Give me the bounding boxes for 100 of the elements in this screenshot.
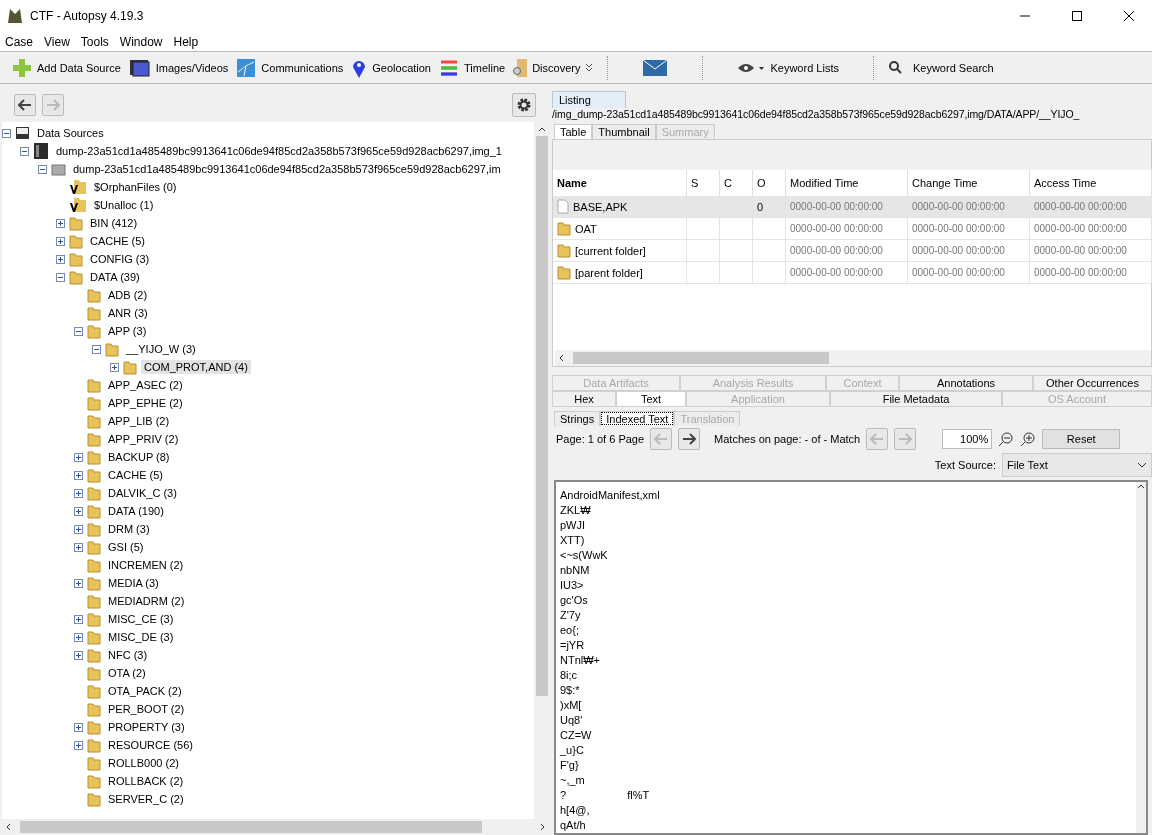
table-cell[interactable]: OAT <box>553 218 687 240</box>
tree-item[interactable]: dump-23a51cd1a485489bc9913641c06de94f85cd2a358b573f965ce59d928acb6297,im <box>70 162 504 176</box>
viewer-tab[interactable]: Text <box>616 391 686 407</box>
tree-item[interactable]: DATA (190) <box>105 504 167 518</box>
collapse-icon[interactable] <box>74 326 83 336</box>
menu-item[interactable]: Tools <box>75 34 115 49</box>
viewer-tab[interactable]: File Metadata <box>830 391 1002 407</box>
virtual-folder-icon <box>69 179 87 195</box>
toolbar-button[interactable]: Discovery <box>509 53 598 82</box>
tree-item[interactable]: NFC (3) <box>105 648 151 662</box>
toolbar-button[interactable]: Keyword Search <box>883 53 998 82</box>
table-cell[interactable]: [current folder] <box>553 240 687 262</box>
tree-item[interactable]: ADB (2) <box>105 288 151 302</box>
table-cell <box>753 218 786 240</box>
viewer-tab[interactable]: Annotations <box>899 375 1033 391</box>
expand-icon[interactable] <box>56 218 65 228</box>
tree-item[interactable]: $OrphanFiles (0) <box>91 180 180 194</box>
menu-item[interactable]: Help <box>168 34 205 49</box>
expand-icon[interactable] <box>56 254 65 264</box>
collapse-icon[interactable] <box>56 272 65 282</box>
tree-item[interactable]: BIN (412) <box>87 216 141 230</box>
collapse-icon[interactable] <box>20 146 29 156</box>
toolbar-button[interactable]: Keyword Lists <box>733 53 843 82</box>
tree-item[interactable]: dump-23a51cd1a485489bc9913641c06de94f85cd2a358b573f965ce59d928acb6297,img_1 <box>53 144 505 158</box>
expand-icon[interactable] <box>74 578 83 588</box>
horizontal-scrollbar[interactable] <box>555 350 1151 366</box>
sub-tab[interactable]: Strings <box>554 411 601 426</box>
tree-item[interactable]: $Unalloc (1) <box>91 198 157 212</box>
expand-icon[interactable] <box>74 632 83 642</box>
expand-icon[interactable] <box>56 236 65 246</box>
menu-item[interactable]: View <box>39 34 76 49</box>
tree-item[interactable]: COM_PROT,AND (4) <box>141 360 251 374</box>
listing-tab[interactable]: Listing <box>552 91 626 108</box>
toolbar-button[interactable]: Add Data Source <box>8 53 125 82</box>
tree-item[interactable]: APP_LIB (2) <box>105 414 173 428</box>
table-cell: 0000-00-00 00:00:00 <box>908 240 1030 262</box>
settings-button[interactable] <box>512 93 536 117</box>
toolbar-button[interactable]: Timeline <box>435 53 510 82</box>
tree-item[interactable]: SERVER_C (2) <box>105 792 187 806</box>
tree-item[interactable]: OTA (2) <box>105 666 149 680</box>
tree-item[interactable]: MISC_CE (3) <box>105 612 177 626</box>
sub-tab[interactable]: Indexed Text <box>600 411 675 426</box>
tree-item[interactable]: OTA_PACK (2) <box>105 684 185 698</box>
expand-icon[interactable] <box>74 524 83 534</box>
tree-item[interactable]: __YIJO_W (3) <box>123 342 199 356</box>
tree-item[interactable]: CONFIG (3) <box>87 252 153 266</box>
tree-item[interactable]: PER_BOOT (2) <box>105 702 188 716</box>
tree-item[interactable]: CACHE (5) <box>105 468 166 482</box>
viewer-tab[interactable]: Other Occurrences <box>1033 375 1152 391</box>
text-source-dropdown[interactable]: File Text <box>1002 453 1152 477</box>
collapse-icon[interactable] <box>38 164 47 174</box>
next-page-button[interactable] <box>678 428 701 450</box>
expand-icon[interactable] <box>110 362 119 372</box>
vertical-scrollbar[interactable] <box>1136 482 1146 833</box>
zoom-out-icon[interactable] <box>998 431 1015 447</box>
tree-item[interactable]: ANR (3) <box>105 306 151 320</box>
tree-item[interactable]: APP_PRIV (2) <box>105 432 182 446</box>
tree-item[interactable]: MISC_DE (3) <box>105 630 177 644</box>
tree-item[interactable]: APP_ASEC (2) <box>105 378 186 392</box>
view-tab[interactable]: Table <box>554 124 593 139</box>
tree-item[interactable]: MEDIA (3) <box>105 576 162 590</box>
tree-item[interactable]: DALVIK_C (3) <box>105 486 180 500</box>
viewer-tab[interactable]: Hex <box>552 391 616 407</box>
toolbar-button[interactable]: Images/Videos <box>124 53 233 82</box>
tree-item[interactable]: RESOURCE (56) <box>105 738 196 752</box>
collapse-icon[interactable] <box>2 128 11 138</box>
tree-item[interactable]: GSI (5) <box>105 540 147 554</box>
expand-icon[interactable] <box>74 722 83 732</box>
zoom-field[interactable]: 100% <box>942 429 993 449</box>
tree-item[interactable]: BACKUP (8) <box>105 450 173 464</box>
zoom-in-icon[interactable] <box>1020 431 1037 447</box>
expand-icon[interactable] <box>74 488 83 498</box>
reset-button[interactable]: Reset <box>1042 429 1121 449</box>
table-cell[interactable]: BASE,APK <box>553 196 687 218</box>
tree-item[interactable]: APP_EPHE (2) <box>105 396 186 410</box>
expand-icon[interactable] <box>74 452 83 462</box>
tree-item[interactable]: CACHE (5) <box>87 234 148 248</box>
tree-item[interactable]: ROLLBACK (2) <box>105 774 187 788</box>
collapse-icon[interactable] <box>92 344 101 354</box>
tree-item[interactable]: PROPERTY (3) <box>105 720 188 734</box>
tree-item[interactable]: ROLLB000 (2) <box>105 756 182 770</box>
tree-item[interactable]: MEDIADRM (2) <box>105 594 188 608</box>
expand-icon[interactable] <box>74 740 83 750</box>
toolbar-button[interactable]: Communications <box>232 53 348 82</box>
expand-icon[interactable] <box>74 470 83 480</box>
tree-item[interactable]: DRM (3) <box>105 522 153 536</box>
toolbar-button[interactable]: Geolocation <box>347 53 435 82</box>
expand-icon[interactable] <box>74 542 83 552</box>
tree-item[interactable]: DATA (39) <box>87 270 143 284</box>
view-tab[interactable]: Thumbnail <box>592 124 656 139</box>
tree-item[interactable]: INCREMEN (2) <box>105 558 187 572</box>
menu-item[interactable]: Case <box>0 34 39 49</box>
expand-icon[interactable] <box>74 506 83 516</box>
tree-item[interactable]: Data Sources <box>34 126 107 140</box>
back-button[interactable] <box>14 94 36 116</box>
expand-icon[interactable] <box>74 650 83 660</box>
menu-item[interactable]: Window <box>114 34 169 49</box>
table-cell[interactable]: [parent folder] <box>553 262 687 284</box>
expand-icon[interactable] <box>74 614 83 624</box>
tree-item[interactable]: APP (3) <box>105 324 150 338</box>
